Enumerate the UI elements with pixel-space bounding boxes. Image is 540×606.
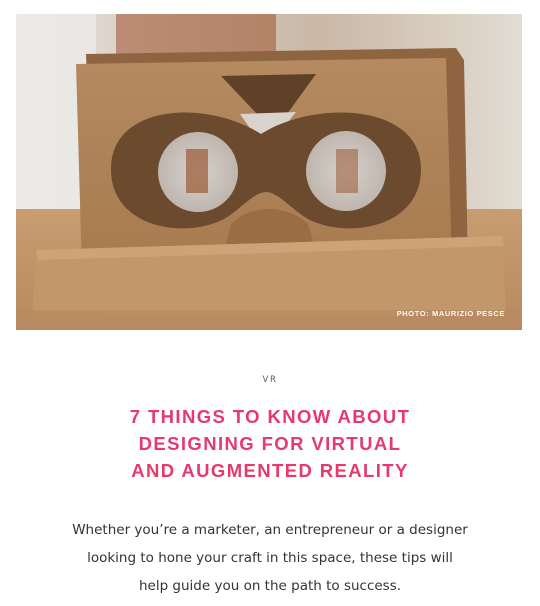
article-title-line[interactable]: AND AUGMENTED REALITY (70, 457, 470, 484)
article-summary-line: Whether you’re a marketer, an entreprene… (72, 522, 468, 538)
article-summary-line: help guide you on the path to success. (138, 578, 402, 594)
article-summary: Whether you’re a marketer, an entreprene… (50, 516, 490, 600)
cardboard-vr-viewer-photo (16, 14, 522, 330)
photo-credit: PHOTO: MAURIZIO PESCE (396, 309, 505, 318)
article-title-line[interactable]: DESIGNING FOR VIRTUAL (70, 430, 470, 457)
hero-image[interactable]: PHOTO: MAURIZIO PESCE (16, 14, 522, 330)
article-title-line[interactable]: 7 THINGS TO KNOW ABOUT (70, 403, 470, 430)
article-category[interactable]: VR (0, 375, 540, 385)
article-summary-line: looking to hone your craft in this space… (87, 550, 453, 566)
article-title[interactable]: 7 THINGS TO KNOW ABOUT DESIGNING FOR VIR… (70, 403, 470, 484)
